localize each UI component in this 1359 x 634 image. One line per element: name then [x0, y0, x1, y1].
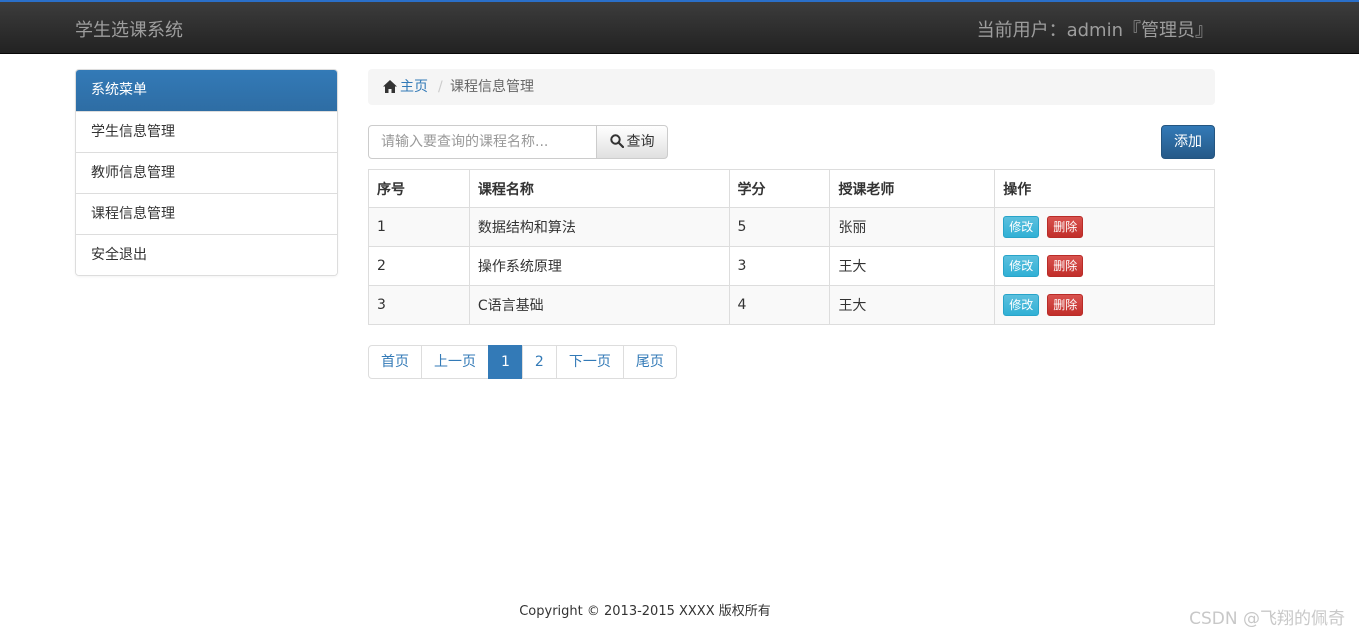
cell-course-name: C语言基础: [468, 285, 730, 325]
pagination: 首页 上一页 1 2 下一页 尾页: [368, 345, 677, 379]
cell-course-name: 操作系统原理: [468, 246, 730, 286]
pagination-page-2[interactable]: 2: [521, 345, 557, 379]
table-row: 3 C语言基础 4 王大 修改 删除: [368, 285, 1215, 325]
cell-id: 2: [368, 246, 470, 286]
sidebar-item-teacher-management[interactable]: 教师信息管理: [76, 152, 337, 193]
breadcrumb-home-label: 主页: [400, 79, 428, 95]
cell-actions: 修改 删除: [994, 246, 1215, 286]
home-icon: [383, 80, 397, 93]
sidebar-menu: 系统菜单 学生信息管理 教师信息管理 课程信息管理 安全退出: [75, 69, 338, 276]
query-button[interactable]: 查询: [596, 125, 668, 159]
cell-id: 1: [368, 207, 470, 247]
breadcrumb-home-link[interactable]: 主页: [383, 69, 428, 105]
column-header-course-name: 课程名称: [468, 169, 730, 208]
cell-credit: 4: [728, 285, 831, 325]
cell-actions: 修改 删除: [994, 285, 1215, 325]
sidebar-header: 系统菜单: [76, 70, 337, 111]
sidebar-item-course-management[interactable]: 课程信息管理: [76, 193, 337, 234]
breadcrumb-separator: /: [438, 79, 443, 95]
column-header-id: 序号: [368, 169, 470, 208]
table-header-row: 序号 课程名称 学分 授课老师 操作: [368, 169, 1215, 208]
cell-teacher: 王大: [829, 246, 996, 286]
footer-copyright: Copyright © 2013-2015 XXXX 版权所有: [519, 604, 771, 619]
delete-button[interactable]: 删除: [1047, 294, 1084, 316]
column-header-teacher: 授课老师: [829, 169, 996, 208]
column-header-credit: 学分: [728, 169, 831, 208]
breadcrumb-current: 课程信息管理: [450, 79, 534, 95]
cell-teacher: 王大: [829, 285, 996, 325]
pagination-last[interactable]: 尾页: [622, 345, 677, 379]
pagination-next[interactable]: 下一页: [555, 345, 624, 379]
cell-id: 3: [368, 285, 470, 325]
cell-credit: 3: [728, 246, 831, 286]
search-icon: [609, 134, 624, 149]
cell-course-name: 数据结构和算法: [468, 207, 730, 247]
app-brand[interactable]: 学生选课系统: [75, 16, 183, 42]
watermark: CSDN @飞翔的佩奇: [1189, 609, 1345, 629]
table-row: 1 数据结构和算法 5 张丽 修改 删除: [368, 207, 1215, 247]
table-row: 2 操作系统原理 3 王大 修改 删除: [368, 246, 1215, 286]
sidebar-item-logout[interactable]: 安全退出: [76, 234, 337, 275]
edit-button[interactable]: 修改: [1003, 294, 1040, 316]
breadcrumb: 主页 / 课程信息管理: [368, 69, 1215, 105]
cell-teacher: 张丽: [829, 207, 996, 247]
edit-button[interactable]: 修改: [1003, 255, 1040, 277]
sidebar-item-student-management[interactable]: 学生信息管理: [76, 111, 337, 152]
delete-button[interactable]: 删除: [1047, 216, 1084, 238]
add-course-button[interactable]: 添加: [1161, 125, 1215, 159]
pagination-first[interactable]: 首页: [368, 345, 422, 379]
cell-credit: 5: [728, 207, 831, 247]
column-header-actions: 操作: [994, 169, 1215, 208]
pagination-prev[interactable]: 上一页: [421, 345, 489, 379]
current-user-label: 当前用户：admin『管理员』: [976, 20, 1213, 41]
top-navbar: 学生选课系统 当前用户：admin『管理员』: [0, 0, 1359, 54]
edit-button[interactable]: 修改: [1003, 216, 1040, 238]
delete-button[interactable]: 删除: [1047, 255, 1084, 277]
pagination-page-1[interactable]: 1: [488, 345, 523, 379]
course-search-input[interactable]: [368, 125, 597, 159]
cell-actions: 修改 删除: [994, 207, 1215, 247]
query-button-label: 查询: [626, 134, 655, 150]
course-table: 序号 课程名称 学分 授课老师 操作 1 数据结构和算法 5 张丽 修改 删除 2…: [368, 169, 1215, 325]
